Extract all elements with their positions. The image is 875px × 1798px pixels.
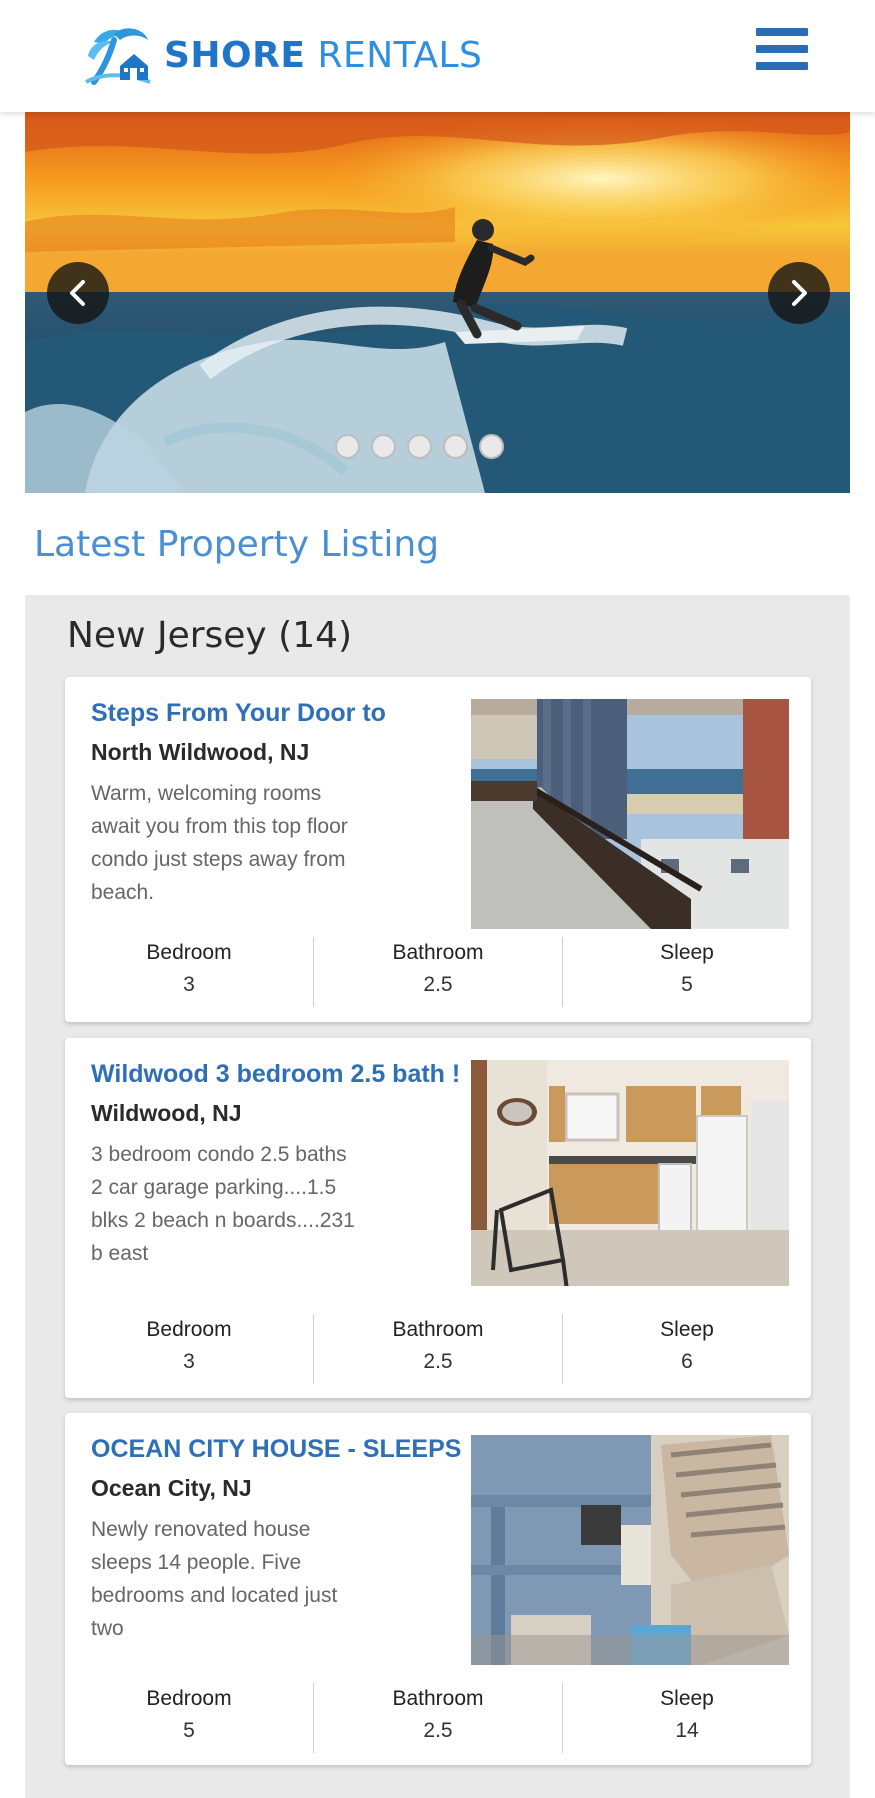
section-title: Latest Property Listing [34,524,440,565]
bathroom-label: Bathroom [392,941,484,964]
bathroom-label: Bathroom [392,1318,484,1341]
bathroom-value: 2.5 [423,1350,453,1373]
brand-logo[interactable]: SHORE RENTALS [84,22,482,88]
listing-stats: Bedroom 3 Bathroom 2.5 Sleep 5 [65,937,811,1007]
carousel-next-button[interactable] [768,262,830,324]
hamburger-menu-icon[interactable] [756,28,808,78]
bathroom-value: 2.5 [423,1719,453,1742]
brand-secondary: RENTALS [317,34,483,76]
group-title: New Jersey (14) [67,615,353,656]
palm-house-logo-icon [85,28,151,85]
kitchen-interior-image [471,1060,789,1286]
carousel-dot-1[interactable] [335,434,360,459]
listing-card[interactable]: Wildwood 3 bedroom 2.5 bath ! Wildwood, … [65,1038,811,1398]
bathroom-label: Bathroom [392,1687,484,1710]
carousel-prev-button[interactable] [47,262,109,324]
listing-location: Ocean City, NJ [91,1475,252,1501]
bedroom-label: Bedroom [146,1687,232,1710]
sleep-value: 14 [675,1719,699,1742]
sleep-value: 6 [681,1350,693,1373]
hero-carousel [25,112,850,493]
listing-title[interactable]: Steps From Your Door to [91,699,471,728]
listing-stats: Bedroom 3 Bathroom 2.5 Sleep 6 [65,1314,811,1384]
site-header: SHORE RENTALS [0,0,875,112]
listing-location: Wildwood, NJ [91,1100,242,1126]
balcony-ocean-view-image [471,699,789,929]
listing-card[interactable]: OCEAN CITY HOUSE - SLEEPS Ocean City, NJ… [65,1413,811,1765]
sleep-label: Sleep [660,1687,714,1710]
bathroom-stat: Bathroom 2.5 [313,1314,562,1384]
bedroom-value: 3 [183,1350,195,1373]
bedroom-stat: Bedroom 3 [65,1314,313,1384]
sleep-stat: Sleep 14 [562,1683,811,1753]
brand-primary: SHORE [164,34,306,76]
bedroom-label: Bedroom [146,941,232,964]
bedroom-stat: Bedroom 3 [65,937,313,1007]
carousel-indicators [335,434,504,459]
bathroom-stat: Bathroom 2.5 [313,1683,562,1753]
living-room-interior-image [471,1435,789,1665]
sleep-label: Sleep [660,941,714,964]
brand-name: SHORE RENTALS [164,35,482,76]
listing-description: 3 bedroom condo 2.5 baths 2 car garage p… [91,1143,355,1265]
carousel-dot-3[interactable] [407,434,432,459]
listing-stats: Bedroom 5 Bathroom 2.5 Sleep 14 [65,1683,811,1753]
sleep-stat: Sleep 5 [562,937,811,1007]
listing-location: North Wildwood, NJ [91,739,310,765]
sleep-label: Sleep [660,1318,714,1341]
carousel-dot-5[interactable] [479,434,504,459]
bedroom-value: 5 [183,1719,195,1742]
listing-card[interactable]: Steps From Your Door to North Wildwood, … [65,677,811,1022]
chevron-right-icon [792,280,807,306]
bedroom-stat: Bedroom 5 [65,1683,313,1753]
chevron-left-icon [70,280,85,306]
bedroom-label: Bedroom [146,1318,232,1341]
listing-title[interactable]: OCEAN CITY HOUSE - SLEEPS [91,1435,471,1464]
bathroom-value: 2.5 [423,973,453,996]
listing-photo[interactable] [471,1435,789,1665]
carousel-dot-4[interactable] [443,434,468,459]
listing-title[interactable]: Wildwood 3 bedroom 2.5 bath ! [91,1060,471,1089]
listing-description: Warm, welcoming rooms await you from thi… [91,782,348,904]
carousel-dot-2[interactable] [371,434,396,459]
listing-photo[interactable] [471,1060,789,1286]
sleep-stat: Sleep 6 [562,1314,811,1384]
listing-photo[interactable] [471,699,789,929]
listing-group: New Jersey (14) Steps From Your Door to … [25,595,850,1798]
sleep-value: 5 [681,973,693,996]
listing-description: Newly renovated house sleeps 14 people. … [91,1518,338,1640]
bathroom-stat: Bathroom 2.5 [313,937,562,1007]
bedroom-value: 3 [183,973,195,996]
